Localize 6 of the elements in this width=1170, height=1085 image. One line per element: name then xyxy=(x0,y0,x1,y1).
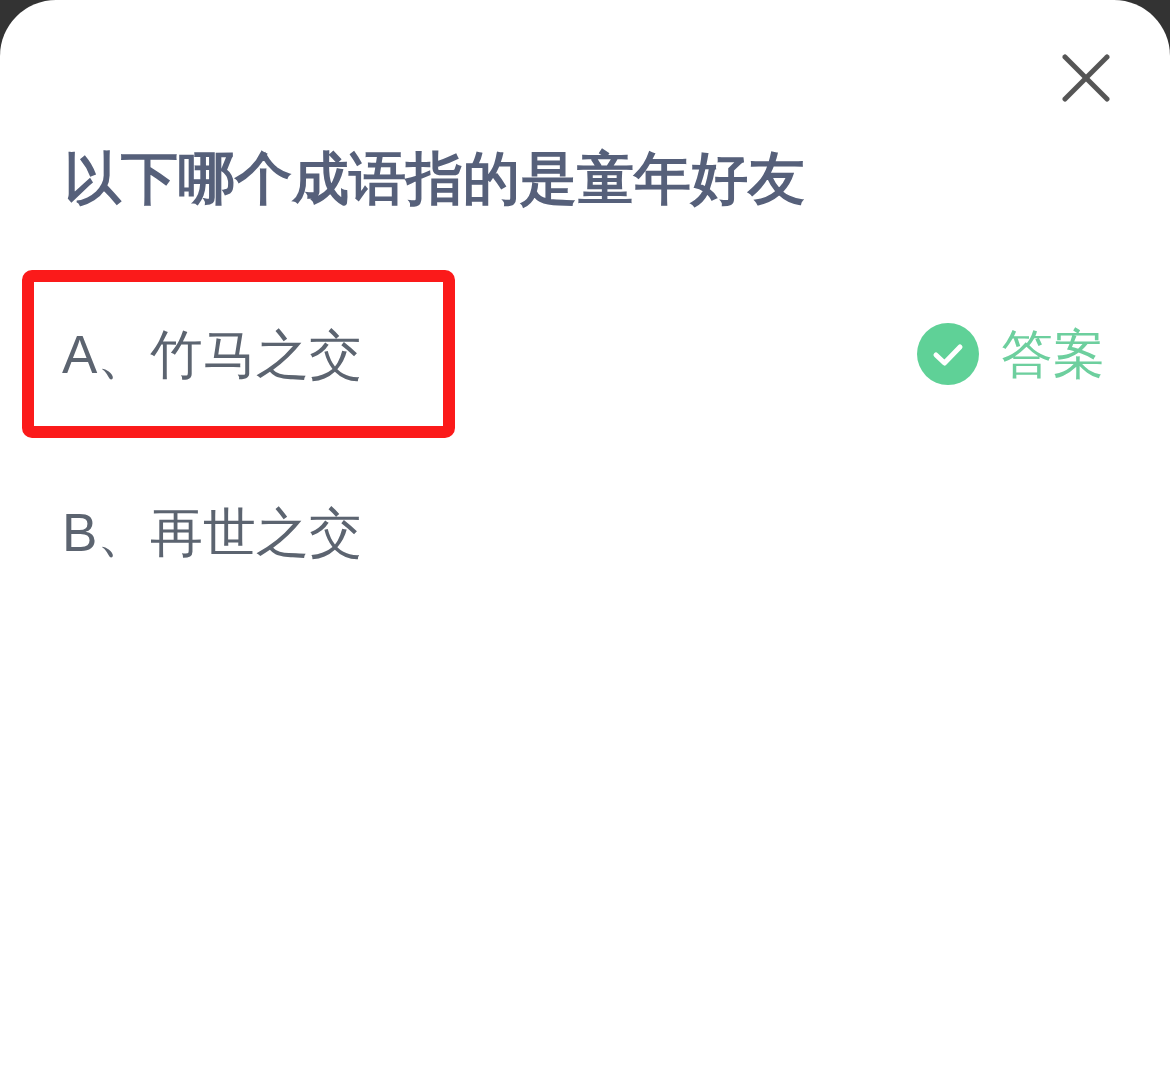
answer-label: 答案 xyxy=(1001,324,1105,386)
option-label[interactable]: B、再世之交 xyxy=(62,500,363,565)
option-label[interactable]: A、竹马之交 xyxy=(62,322,363,387)
close-button[interactable] xyxy=(1062,54,1110,102)
close-icon xyxy=(1062,54,1110,102)
question-title: 以下哪个成语指的是童年好友 xyxy=(64,145,805,212)
